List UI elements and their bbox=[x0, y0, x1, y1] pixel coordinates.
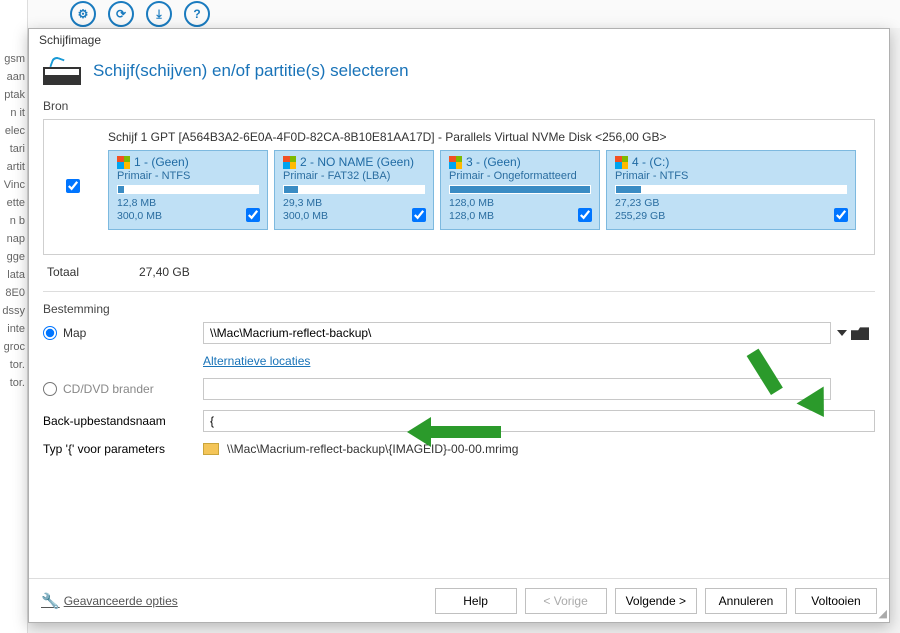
partition-total: 300,0 MB bbox=[283, 210, 425, 223]
total-label: Totaal bbox=[47, 265, 79, 279]
destination-cd-radio[interactable] bbox=[43, 382, 57, 396]
path-history-dropdown-icon[interactable] bbox=[837, 330, 847, 336]
partition-card[interactable]: 2 - NO NAME (Geen)Primair - FAT32 (LBA) 2… bbox=[274, 150, 434, 230]
partition-card[interactable]: 4 - (C:)Primair - NTFS 27,23 GB255,29 GB bbox=[606, 150, 856, 230]
destination-cd-radio-label: CD/DVD brander bbox=[63, 382, 154, 396]
background-text: gsmaanptakn itelectariartitVincetten bna… bbox=[0, 0, 28, 633]
windows-icon bbox=[449, 156, 462, 169]
windows-icon bbox=[615, 156, 628, 169]
folder-icon bbox=[203, 443, 219, 455]
advanced-options-link[interactable]: 🔧 Geavanceerde opties bbox=[41, 592, 178, 610]
backup-filename-input[interactable] bbox=[203, 410, 875, 432]
partition-type: Primair - Ongeformatteerd bbox=[449, 170, 591, 182]
bg-help-icon: ? bbox=[184, 1, 210, 27]
partition-checkbox[interactable] bbox=[578, 208, 592, 222]
destination-label: Bestemming bbox=[43, 302, 875, 316]
source-label: Bron bbox=[43, 99, 875, 113]
browse-folder-icon[interactable] bbox=[851, 326, 869, 340]
total-value: 27,40 GB bbox=[139, 265, 190, 279]
bg-gear-icon: ⚙ bbox=[70, 1, 96, 27]
partition-checkbox[interactable] bbox=[834, 208, 848, 222]
partition-card[interactable]: 1 - (Geen)Primair - NTFS 12,8 MB300,0 MB bbox=[108, 150, 268, 230]
partition-list: 1 - (Geen)Primair - NTFS12,8 MB300,0 MB2… bbox=[108, 150, 856, 230]
partition-total: 128,0 MB bbox=[449, 210, 591, 223]
partition-card[interactable]: 3 - (Geen)Primair - Ongeformatteerd 128,0… bbox=[440, 150, 600, 230]
dialog-footer: 🔧 Geavanceerde opties Help < Vorige Volg… bbox=[29, 578, 889, 622]
previous-button[interactable]: < Vorige bbox=[525, 588, 607, 614]
dialog-heading: Schijf(schijven) en/of partitie(s) selec… bbox=[93, 61, 409, 81]
backup-filename-label: Back-upbestandsnaam bbox=[43, 414, 203, 428]
destination-cd-radio-row[interactable]: CD/DVD brander bbox=[43, 382, 203, 396]
partition-total: 255,29 GB bbox=[615, 210, 847, 223]
disk-image-dialog: Schijfimage Schijf(schijven) en/of parti… bbox=[28, 28, 890, 623]
partition-type: Primair - FAT32 (LBA) bbox=[283, 170, 425, 182]
help-button[interactable]: Help bbox=[435, 588, 517, 614]
partition-name: 3 - (Geen) bbox=[466, 155, 521, 169]
background-toolbar: ⚙ ⟳ ⤓ ? bbox=[0, 0, 900, 28]
cancel-button[interactable]: Annuleren bbox=[705, 588, 787, 614]
source-box: Schijf 1 GPT [A564B3A2-6E0A-4F0D-82CA-8B… bbox=[43, 119, 875, 255]
partition-usage-bar bbox=[449, 185, 591, 194]
wrench-icon: 🔧 bbox=[41, 592, 60, 610]
destination-folder-radio-label: Map bbox=[63, 326, 86, 340]
next-button[interactable]: Volgende > bbox=[615, 588, 697, 614]
cd-device-select bbox=[203, 378, 831, 400]
partition-usage-bar bbox=[283, 185, 425, 194]
select-all-partitions-checkbox[interactable] bbox=[66, 179, 80, 193]
partition-checkbox[interactable] bbox=[412, 208, 426, 222]
bg-cart-icon: ⤓ bbox=[146, 1, 172, 27]
partition-name: 2 - NO NAME (Geen) bbox=[300, 155, 414, 169]
alternative-locations-link[interactable]: Alternatieve locaties bbox=[203, 354, 831, 368]
partition-usage-bar bbox=[117, 185, 259, 194]
finish-button[interactable]: Voltooien bbox=[795, 588, 877, 614]
partition-type: Primair - NTFS bbox=[117, 170, 259, 182]
partition-checkbox[interactable] bbox=[246, 208, 260, 222]
destination-path-input[interactable] bbox=[203, 322, 831, 344]
dialog-header: Schijf(schijven) en/of partitie(s) selec… bbox=[29, 53, 889, 95]
destination-folder-radio-row[interactable]: Map bbox=[43, 326, 203, 340]
disk-title: Schijf 1 GPT [A564B3A2-6E0A-4F0D-82CA-8B… bbox=[108, 130, 856, 144]
partition-total: 300,0 MB bbox=[117, 210, 259, 223]
partition-used: 29,3 MB bbox=[283, 197, 425, 210]
partition-type: Primair - NTFS bbox=[615, 170, 847, 182]
partition-name: 4 - (C:) bbox=[632, 155, 669, 169]
resolved-path-preview: \\Mac\Macrium-reflect-backup\{IMAGEID}-0… bbox=[227, 442, 518, 456]
partition-used: 12,8 MB bbox=[117, 197, 259, 210]
partition-used: 27,23 GB bbox=[615, 197, 847, 210]
windows-icon bbox=[283, 156, 296, 169]
disk-icon bbox=[43, 57, 81, 85]
dialog-title: Schijfimage bbox=[29, 29, 889, 53]
parameters-hint: Typ '{' voor parameters bbox=[43, 442, 203, 456]
partition-usage-bar bbox=[615, 185, 847, 194]
partition-used: 128,0 MB bbox=[449, 197, 591, 210]
destination-folder-radio[interactable] bbox=[43, 326, 57, 340]
partition-name: 1 - (Geen) bbox=[134, 155, 189, 169]
windows-icon bbox=[117, 156, 130, 169]
resize-grip-icon[interactable]: ◢ bbox=[879, 607, 887, 620]
bg-refresh-icon: ⟳ bbox=[108, 1, 134, 27]
